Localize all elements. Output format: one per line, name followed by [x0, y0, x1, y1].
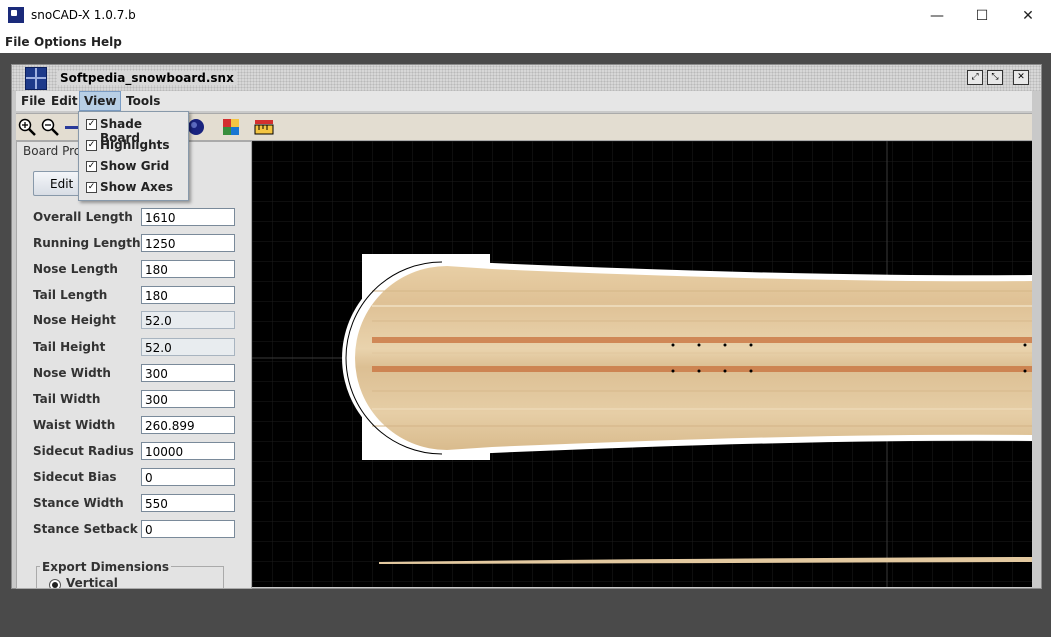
menu-options[interactable]: Options: [34, 35, 87, 49]
sidecut-bias-label: Sidecut Bias: [33, 470, 117, 484]
color-palette-icon[interactable]: [221, 117, 241, 137]
tail-length-label: Tail Length: [33, 288, 108, 302]
restore-icon[interactable]: ⤡: [987, 70, 1003, 85]
menu-item-highlights[interactable]: ✓ Highlights: [85, 135, 185, 155]
view-3d-icon[interactable]: [186, 117, 206, 137]
menu-item-label: Show Grid: [100, 159, 170, 173]
minimize-button[interactable]: —: [914, 0, 960, 31]
export-dimensions-title: Export Dimensions: [40, 560, 172, 574]
document-menu-bar: File Edit View Tools: [16, 91, 1032, 111]
document-close-icon[interactable]: ✕: [1013, 70, 1029, 85]
tail-width-label: Tail Width: [33, 392, 101, 406]
property-row: Stance Width 550: [33, 494, 238, 514]
property-row: Stance Setback 0: [33, 520, 238, 540]
stance-setback-field[interactable]: 0: [141, 520, 235, 538]
board-drawing[interactable]: [252, 141, 1032, 587]
board-top-sheet: [355, 266, 1032, 450]
property-row: Waist Width 260.899: [33, 416, 238, 436]
menu-item-show-axes[interactable]: ✓ Show Axes: [85, 177, 185, 197]
vertical-radio[interactable]: [49, 579, 61, 588]
nose-length-label: Nose Length: [33, 262, 118, 276]
menu-help[interactable]: Help: [91, 35, 122, 49]
sidecut-bias-field[interactable]: 0: [141, 468, 235, 486]
checkbox-icon: ✓: [86, 119, 97, 130]
tail-width-field[interactable]: 300: [141, 390, 235, 408]
menu-file[interactable]: File: [5, 35, 30, 49]
maximize-button[interactable]: ☐: [959, 0, 1005, 31]
running-length-label: Running Length: [33, 236, 141, 250]
stance-width-label: Stance Width: [33, 496, 124, 510]
doc-menu-tools[interactable]: Tools: [126, 94, 160, 108]
tail-length-field[interactable]: 180: [141, 286, 235, 304]
menu-item-label: Highlights: [100, 138, 170, 152]
main-menu-bar: File Options Help: [0, 31, 1051, 53]
view-dropdown-menu: ✓ Shade Board ✓ Highlights ✓ Show Grid ✓…: [78, 111, 189, 201]
menu-item-label: Show Axes: [100, 180, 174, 194]
property-row: Tail Height 52.0: [33, 338, 238, 358]
panel-title: Board Pro: [23, 144, 82, 158]
doc-menu-view[interactable]: View: [79, 91, 122, 111]
close-button[interactable]: ✕: [1005, 0, 1051, 31]
nose-height-field: 52.0: [141, 311, 235, 329]
running-length-field[interactable]: 1250: [141, 234, 235, 252]
stance-setback-label: Stance Setback: [33, 522, 138, 536]
property-row: Nose Height 52.0: [33, 311, 238, 331]
doc-menu-file[interactable]: File: [21, 94, 46, 108]
iconify-icon[interactable]: ⤢: [967, 70, 983, 85]
overall-length-field[interactable]: 1610: [141, 208, 235, 226]
document-title-bar[interactable]: Softpedia_snowboard.snx ⤢ ⤡ ✕: [12, 65, 1041, 91]
title-bar: snoCAD-X 1.0.7.b — ☐ ✕: [0, 0, 1051, 31]
document-icon: [25, 67, 47, 90]
menu-item-show-grid[interactable]: ✓ Show Grid: [85, 156, 185, 176]
sidecut-radius-label: Sidecut Radius: [33, 444, 134, 458]
tail-height-label: Tail Height: [33, 340, 106, 354]
app-icon: [8, 7, 24, 23]
vertical-radio-label: Vertical: [66, 576, 118, 589]
property-row: Nose Length 180: [33, 260, 238, 280]
property-row: Overall Length 1610: [33, 208, 238, 228]
board-properties-panel: Board Pro Edit B Overall Length 1610 Run…: [16, 141, 252, 589]
stance-width-field[interactable]: 550: [141, 494, 235, 512]
property-row: Tail Length 180: [33, 286, 238, 306]
nose-width-field[interactable]: 300: [141, 364, 235, 382]
nose-length-field[interactable]: 180: [141, 260, 235, 278]
property-row: Tail Width 300: [33, 390, 238, 410]
ruler-icon[interactable]: [254, 117, 274, 137]
board-canvas[interactable]: [252, 141, 1032, 587]
menu-item-shade-board[interactable]: ✓ Shade Board: [85, 114, 185, 145]
tail-height-field: 52.0: [141, 338, 235, 356]
document-title: Softpedia_snowboard.snx: [57, 71, 237, 85]
overall-length-label: Overall Length: [33, 210, 133, 224]
property-row: Nose Width 300: [33, 364, 238, 384]
waist-width-label: Waist Width: [33, 418, 116, 432]
checkbox-icon: ✓: [86, 140, 97, 151]
waist-width-field[interactable]: 260.899: [141, 416, 235, 434]
nose-height-label: Nose Height: [33, 313, 116, 327]
property-row: Sidecut Radius 10000: [33, 442, 238, 462]
doc-menu-edit[interactable]: Edit: [51, 94, 78, 108]
checkbox-icon: ✓: [86, 182, 97, 193]
zoom-in-icon[interactable]: [17, 117, 37, 137]
property-row: Running Length 1250: [33, 234, 238, 254]
zoom-out-icon[interactable]: [40, 117, 60, 137]
property-row: Sidecut Bias 0: [33, 468, 238, 488]
checkbox-icon: ✓: [86, 161, 97, 172]
nose-width-label: Nose Width: [33, 366, 111, 380]
app-title: snoCAD-X 1.0.7.b: [31, 8, 136, 22]
sidecut-radius-field[interactable]: 10000: [141, 442, 235, 460]
